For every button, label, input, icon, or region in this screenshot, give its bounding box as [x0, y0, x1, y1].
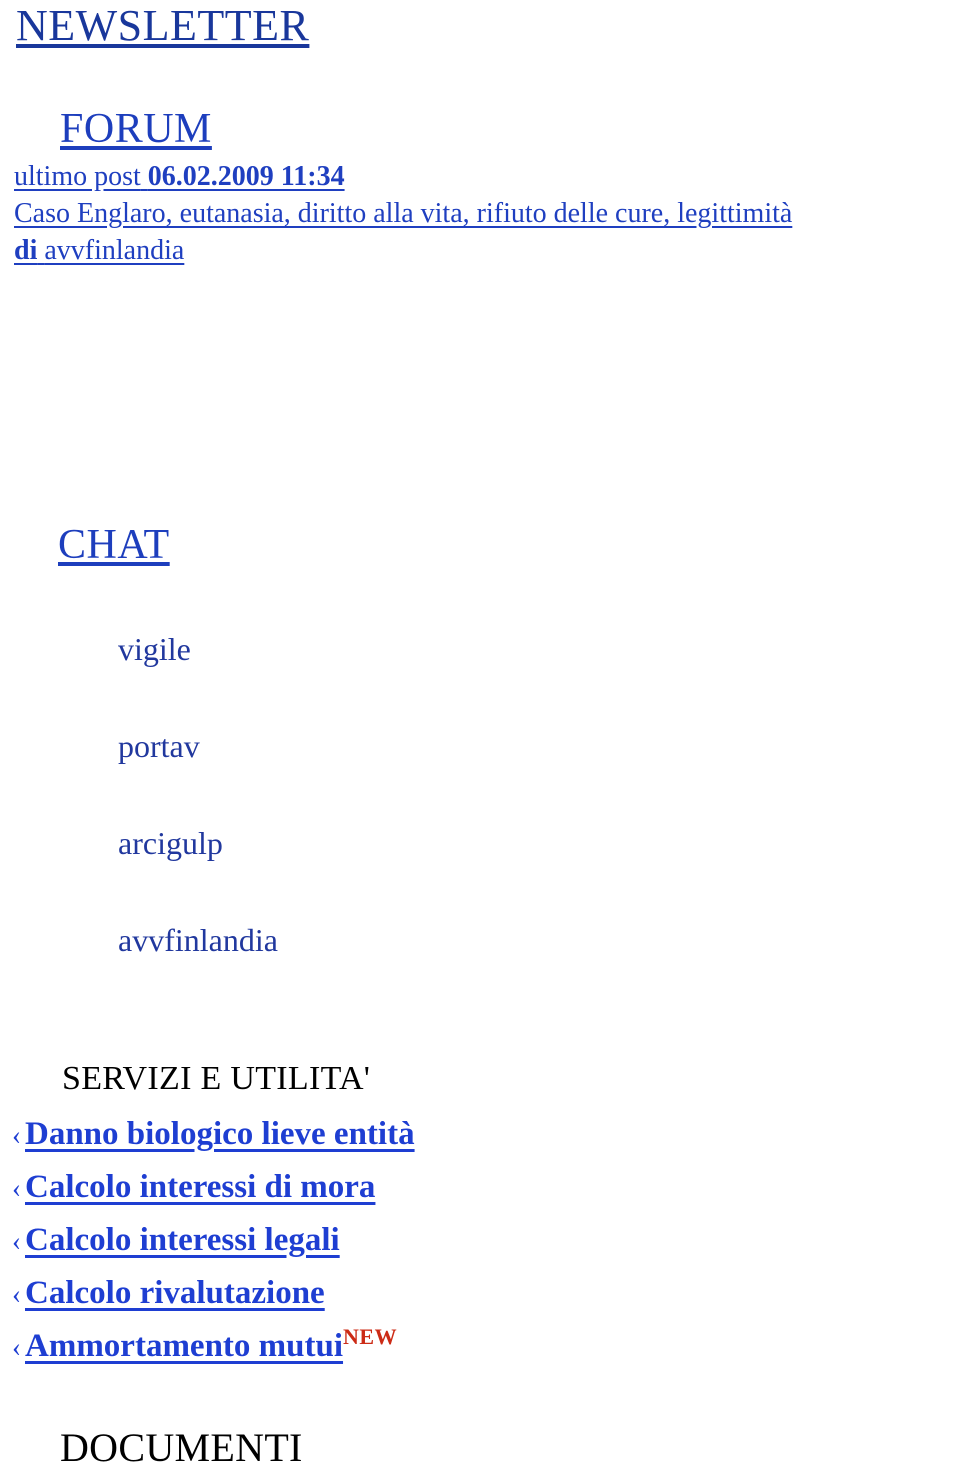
servizi-item-rivalutazione[interactable]: ‹ Calcolo rivalutazione	[12, 1267, 712, 1320]
servizi-item-label: Ammortamento mutui	[25, 1328, 344, 1364]
new-badge: NEW	[343, 1324, 398, 1349]
servizi-link-list: ‹ Danno biologico lieve entità ‹ Calcolo i…	[12, 1108, 712, 1373]
chat-user-item[interactable]: arcigulp	[118, 824, 618, 862]
chevron-left-icon: ‹	[12, 1279, 21, 1309]
chat-user-item[interactable]: portav	[118, 727, 618, 765]
servizi-item-label: Danno biologico lieve entità	[25, 1116, 415, 1152]
servizi-item-interessi-mora[interactable]: ‹ Calcolo interessi di mora	[12, 1161, 712, 1214]
forum-thread-title: Caso Englaro, eutanasia, diritto alla vi…	[14, 198, 793, 229]
page-root: NEWSLETTER FORUM ultimo post 06.02.2009 …	[0, 0, 960, 1474]
chevron-left-icon: ‹	[12, 1120, 21, 1150]
forum-author-line[interactable]: di avvfinlandia	[14, 232, 960, 269]
chevron-left-icon: ‹	[12, 1226, 21, 1256]
chevron-left-icon: ‹	[12, 1173, 21, 1203]
forum-heading-link[interactable]: FORUM	[60, 104, 212, 154]
servizi-item-ammortamento-mutui[interactable]: ‹ Ammortamento mutuiNEW	[12, 1320, 712, 1373]
chat-heading-link[interactable]: CHAT	[58, 520, 170, 570]
servizi-item-interessi-legali[interactable]: ‹ Calcolo interessi legali	[12, 1214, 712, 1267]
forum-thread-title-line[interactable]: Caso Englaro, eutanasia, diritto alla vi…	[14, 195, 960, 232]
forum-author-name: avvfinlandia	[44, 235, 185, 266]
forum-last-post-label: ultimo post	[14, 161, 141, 192]
servizi-item-label: Calcolo rivalutazione	[25, 1275, 325, 1311]
forum-last-post-block[interactable]: ultimo post 06.02.2009 11:34 Caso Englar…	[14, 158, 960, 269]
chat-user-item[interactable]: vigile	[118, 630, 618, 668]
forum-last-post-line[interactable]: ultimo post 06.02.2009 11:34	[14, 158, 960, 195]
chevron-left-icon: ‹	[12, 1332, 21, 1362]
servizi-item-danno-biologico[interactable]: ‹ Danno biologico lieve entità	[12, 1108, 712, 1161]
newsletter-heading-link[interactable]: NEWSLETTER	[16, 0, 309, 52]
chat-user-item[interactable]: avvfinlandia	[118, 921, 618, 959]
chat-user-list: vigile portav arcigulp avvfinlandia	[118, 630, 618, 1018]
servizi-item-label: Calcolo interessi legali	[25, 1222, 340, 1258]
documenti-section-heading: DOCUMENTI	[60, 1425, 303, 1470]
forum-author-prefix: di	[14, 235, 38, 266]
servizi-item-label: Calcolo interessi di mora	[25, 1169, 376, 1205]
servizi-section-heading: SERVIZI E UTILITA'	[62, 1060, 371, 1097]
forum-last-post-datetime: 06.02.2009 11:34	[147, 161, 345, 192]
